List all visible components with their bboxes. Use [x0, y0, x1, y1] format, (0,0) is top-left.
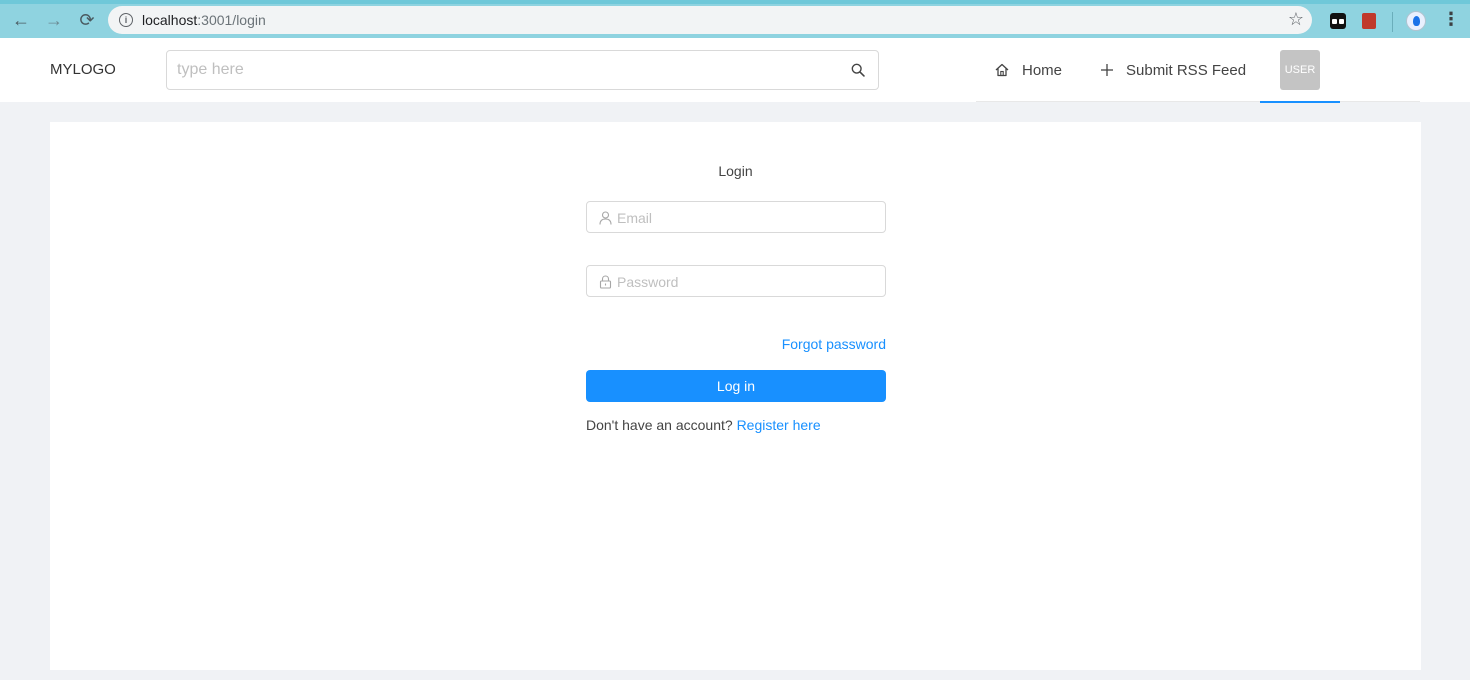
nav-item-user[interactable]: USER	[1260, 38, 1340, 103]
home-icon	[995, 63, 1009, 77]
register-prompt: Don't have an account? Register here	[586, 417, 821, 433]
profile-avatar-icon[interactable]	[1406, 11, 1426, 31]
url-host: localhost	[142, 12, 198, 28]
browser-menu-icon[interactable]: ⋮	[1442, 10, 1460, 28]
site-logo[interactable]: MYLOGO	[50, 61, 116, 78]
address-url[interactable]: localhost:3001/login	[142, 12, 266, 28]
email-field-wrapper	[586, 201, 886, 233]
reload-icon[interactable]: ⟳	[75, 8, 99, 32]
lock-icon	[599, 275, 612, 289]
no-account-text: Don't have an account?	[586, 417, 733, 433]
nav-item-submit-label: Submit RSS Feed	[1126, 61, 1247, 79]
plus-icon	[1101, 64, 1113, 76]
forward-arrow-icon[interactable]: →	[42, 8, 66, 32]
extension-glasses-icon[interactable]	[1330, 13, 1346, 29]
user-icon	[599, 211, 612, 225]
register-link[interactable]: Register here	[737, 417, 821, 433]
search-box	[166, 50, 879, 90]
email-input[interactable]	[617, 208, 877, 228]
user-avatar[interactable]: USER	[1280, 49, 1320, 90]
search-icon[interactable]	[851, 63, 865, 77]
browser-toolbar: ← → ⟳ i localhost:3001/login ☆ ⋮	[0, 0, 1470, 38]
password-input[interactable]	[617, 272, 877, 292]
bookmark-star-icon[interactable]: ☆	[1288, 9, 1304, 30]
login-button[interactable]: Log in	[586, 370, 886, 402]
toolbar-divider	[1392, 12, 1393, 32]
nav-item-home-label: Home	[1022, 61, 1063, 79]
nav-item-home[interactable]: Home	[994, 38, 1062, 102]
address-bar[interactable]: i localhost:3001/login ☆	[108, 6, 1312, 34]
login-title: Login	[718, 163, 753, 179]
extension-book-icon[interactable]	[1362, 13, 1376, 29]
back-arrow-icon[interactable]: ←	[9, 8, 33, 32]
app-header: MYLOGO Home Submit RSS Feed USER	[0, 38, 1470, 103]
nav-item-submit-rss[interactable]: Submit RSS Feed	[1100, 38, 1246, 102]
site-info-icon[interactable]: i	[119, 13, 133, 27]
search-input[interactable]	[177, 59, 837, 81]
password-field-wrapper	[586, 265, 886, 297]
top-nav-menu: Home Submit RSS Feed USER	[976, 38, 1420, 103]
content-card: Login Forgot password Log in Don't have …	[50, 122, 1421, 670]
url-path: :3001/login	[197, 12, 266, 28]
forgot-password-link[interactable]: Forgot password	[586, 336, 886, 352]
